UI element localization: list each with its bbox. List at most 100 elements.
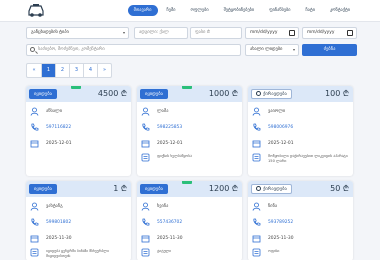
card-header: იყიდება 1200 ₾ <box>137 181 242 197</box>
nav-item-notifications[interactable]: შეტყობინებები <box>217 5 261 16</box>
nav-item-home[interactable]: მთავარი <box>127 5 158 16</box>
nav-item-mine[interactable]: ჩემი <box>160 5 182 16</box>
listing-date: 2025-11-30 <box>46 236 72 241</box>
owner-name: ანსალი <box>46 109 62 114</box>
pagination-page-2[interactable]: 2 <box>55 64 69 77</box>
user-icon <box>252 107 261 116</box>
date-from-field[interactable]: mm/dd/yyyy <box>245 27 299 39</box>
listing-type-tag: იყიდება <box>140 184 168 194</box>
chevron-down-icon: ▾ <box>122 30 125 35</box>
card-header: ქირავდება 50 ₾ <box>248 181 353 197</box>
nav-item-chat[interactable]: ჩატი <box>299 5 321 16</box>
pagination-page-3[interactable]: 3 <box>69 64 83 77</box>
listing-date: 2025-12-01 <box>46 141 72 146</box>
status-badge <box>182 86 192 89</box>
phone-icon <box>141 218 150 227</box>
listing-card[interactable]: იყიდება 4500 ₾ ანსალი 597116822 2025-12-01 <box>26 86 131 176</box>
nav-item-offers[interactable]: ოფლები <box>184 5 215 16</box>
listing-description: მოწყობილი დაქირავებით ლიკვიდის აპარატი 1… <box>268 154 348 163</box>
search-icon <box>30 47 35 52</box>
description-row: ოფისი <box>252 248 352 260</box>
description-row: მოწყობილი დაქირავებით ლიკვიდის აპარატი 1… <box>252 153 352 167</box>
date-to-field[interactable]: mm/dd/yyyy <box>302 27 357 39</box>
date-row: 2025-12-01 <box>252 139 352 148</box>
card-header: იყიდება 1000 ₾ <box>137 86 242 102</box>
listing-description: იყიდება ცენტრში ბინაში მსხვერპლი მიყიდვი… <box>46 249 109 258</box>
owner-name: ვახტანგ <box>46 204 63 209</box>
chevron-down-icon: ▾ <box>292 47 295 52</box>
clock-icon <box>256 91 261 96</box>
calendar-icon <box>141 234 150 243</box>
owner-row: ვაიოლი <box>252 107 352 116</box>
card-header: იყიდება 1 ₾ <box>26 181 131 197</box>
nav-item-finances[interactable]: ფინანსები <box>263 5 297 16</box>
card-header: იყიდება 4500 ₾ <box>26 86 131 102</box>
listing-date: 2025-11-30 <box>268 236 294 241</box>
calendar-icon <box>141 139 150 148</box>
owner-row: ხვიჩა <box>141 202 241 211</box>
pagination-next[interactable]: » <box>97 64 111 77</box>
owner-row: ნინა <box>252 202 352 211</box>
phone-row: 593789252 <box>252 218 352 227</box>
phone-number[interactable]: 557436702 <box>157 219 182 226</box>
listing-price: 1 ₾ <box>113 184 127 193</box>
top-header: მთავარი ჩემი ოფლები შეტყობინებები ფინანს… <box>0 0 380 22</box>
description-row: ფიქსის ხელსაწყოსა <box>141 153 241 167</box>
owner-name: ნინა <box>268 204 278 209</box>
phone-number[interactable]: 599801802 <box>46 219 71 226</box>
listing-card[interactable]: იყიდება 1 ₾ ვახტანგ 599801802 2025-11-30 იყიდ… <box>26 181 131 260</box>
listing-card[interactable]: იყიდება 1200 ₾ ხვიჩა 557436702 2025-11-30 ტიტ… <box>137 181 242 260</box>
owner-row: ვახტანგ <box>30 202 130 211</box>
listing-price: 50 ₾ <box>330 184 349 193</box>
pagination-prev[interactable]: « <box>27 64 41 77</box>
calendar-icon <box>252 139 261 148</box>
listing-card[interactable]: იყიდება 1000 ₾ ლამა 598225853 2025-12-01 ფიქს… <box>137 86 242 176</box>
phone-number[interactable]: 593789252 <box>268 219 293 226</box>
pagination-page-4[interactable]: 4 <box>83 64 97 77</box>
calendar-icon <box>252 234 261 243</box>
listing-type-tag: იყიდება <box>29 89 57 99</box>
card-header: ქირავდება 100 ₾ <box>248 86 353 102</box>
listing-card[interactable]: ქირავდება 100 ₾ ვაიოლი 598006976 2025-12-01 მ… <box>248 86 353 176</box>
phone-row: 598225853 <box>141 123 241 132</box>
listing-type-tag: ქირავდება <box>251 89 292 99</box>
phone-icon <box>252 218 261 227</box>
listing-price: 1000 ₾ <box>208 89 238 98</box>
owner-name: ხვიჩა <box>157 204 169 209</box>
listing-type-tag: იყიდება <box>29 184 57 194</box>
calendar-icon[interactable] <box>347 30 353 36</box>
listing-date: 2025-11-30 <box>157 236 183 241</box>
listing-card[interactable]: ქირავდება 50 ₾ ნინა 593789252 2025-11-30 ოფის… <box>248 181 353 260</box>
sort-select[interactable]: ახალი ლიდები ▾ <box>245 44 299 56</box>
price-input[interactable]: ფასი ₾ <box>190 27 242 39</box>
user-icon <box>141 202 150 211</box>
listing-type-tag: ქირავდება <box>251 184 292 194</box>
calendar-icon[interactable] <box>289 30 295 36</box>
search-input[interactable]: საძიებო, მოძებნეთ, კომენტარი <box>26 44 241 56</box>
date-row: 2025-11-30 <box>30 234 130 243</box>
date-row: 2025-12-01 <box>30 139 130 148</box>
phone-icon <box>30 123 39 132</box>
car-logo-icon[interactable] <box>26 3 46 18</box>
pagination-page-1[interactable]: 1 <box>41 64 55 77</box>
date-row: 2025-11-30 <box>252 234 352 243</box>
listing-description: ტიტული <box>157 249 172 253</box>
user-icon <box>141 107 150 116</box>
user-icon <box>30 202 39 211</box>
search-button[interactable]: ძებნა <box>302 44 357 56</box>
phone-number[interactable]: 598225853 <box>157 124 182 131</box>
nav-item-contact[interactable]: კონტაქტი <box>323 5 356 16</box>
phone-number[interactable]: 597116822 <box>46 124 71 131</box>
listing-description: ფიქსის ხელსაწყოსა <box>157 154 192 158</box>
date-row: 2025-12-01 <box>141 139 241 148</box>
place-input[interactable]: ადგილი: ქალ <box>134 27 188 39</box>
owner-name: ლამა <box>157 109 169 114</box>
calendar-icon <box>30 234 39 243</box>
phone-number[interactable]: 598006976 <box>268 124 293 131</box>
category-select[interactable]: განცხადების ტიპი ▾ <box>26 27 129 39</box>
listing-description: ოფისი <box>268 249 280 253</box>
phone-icon <box>30 218 39 227</box>
listing-date: 2025-12-01 <box>268 141 294 146</box>
calendar-icon <box>30 139 39 148</box>
listing-price: 1200 ₾ <box>208 184 238 193</box>
